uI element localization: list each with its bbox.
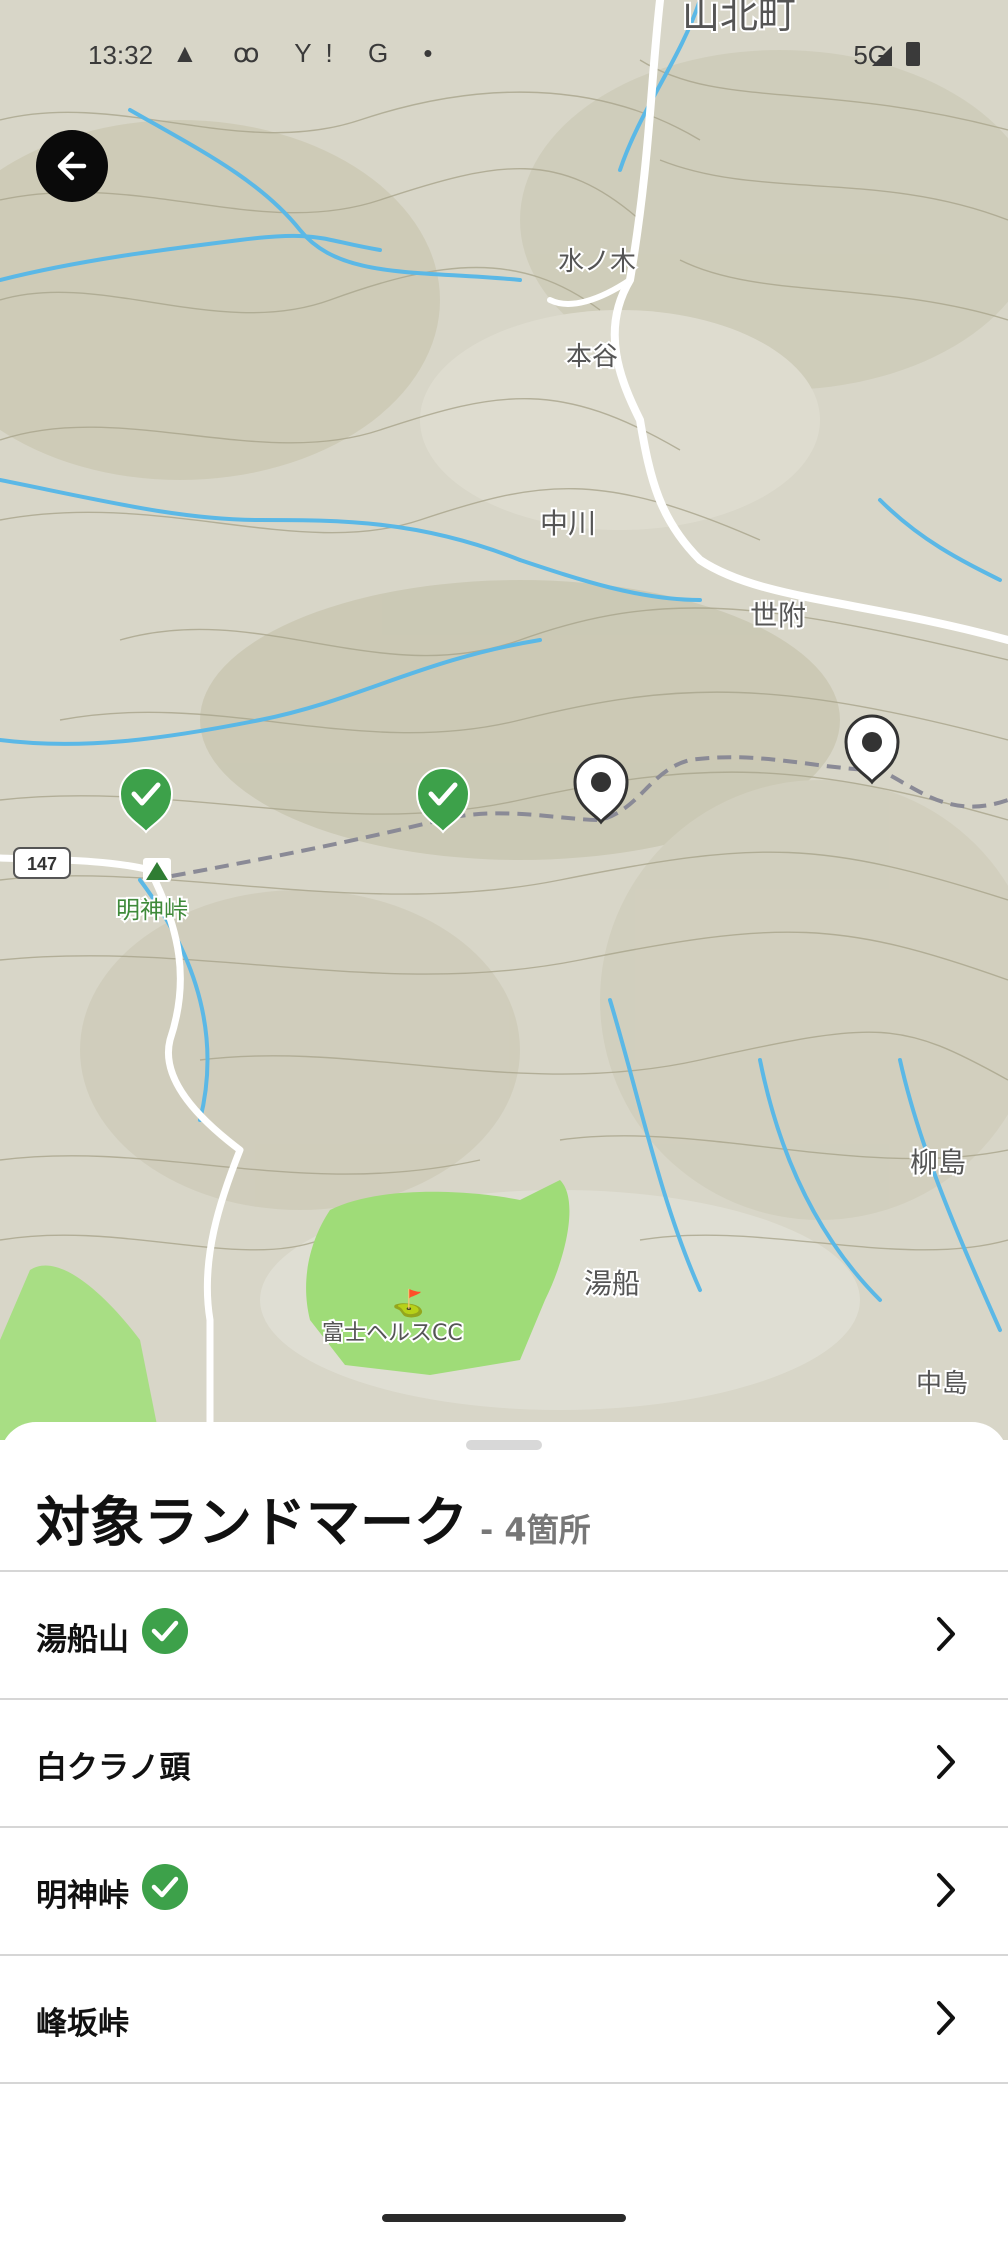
place-label-myojin-pass: 明神峠 [116, 896, 188, 924]
landmark-name: 湯船山 [36, 1622, 129, 1658]
check-icon [142, 1608, 188, 1654]
battery-icon [906, 42, 920, 66]
landmark-name: 明神峠 [36, 1878, 129, 1914]
notification-icons: ▲ ꝏ Y! G • [172, 38, 447, 68]
home-indicator[interactable] [382, 2214, 626, 2222]
landmark-name: 峰坂峠 [36, 2006, 129, 2042]
list-item[interactable]: 湯船山 [0, 1572, 1008, 1700]
landmark-list: 湯船山 白クラノ頭 明神峠 峰坂峠 [0, 1570, 1008, 2084]
route-number-label: 147 [27, 854, 57, 874]
place-label-yubune: 湯船 [584, 1267, 640, 1300]
place-label-yozuku: 世附 [750, 599, 806, 632]
chevron-right-icon [937, 2001, 955, 2035]
place-label-nakajima: 中島 [916, 1369, 968, 1399]
chevron-right-icon [937, 1745, 955, 1779]
place-label-golf-course: 富士ヘルスCC [322, 1321, 463, 1346]
landmark-sheet: 対象ランドマーク - 4箇所 湯船山 白クラノ頭 明神峠 峰坂峠 [0, 1422, 1008, 2244]
golf-icon: ⛳ [392, 1288, 424, 1319]
landmark-count: - 4箇所 [480, 1511, 591, 1549]
chevron-right-icon [937, 1617, 955, 1651]
place-label-yanagishima: 柳島 [910, 1146, 966, 1179]
landmark-name: 白クラノ頭 [36, 1750, 191, 1786]
summit-icon [143, 858, 171, 882]
back-button[interactable] [36, 130, 108, 202]
sheet-grabber[interactable] [466, 1440, 542, 1450]
sheet-header: 対象ランドマーク - 4箇所 [36, 1478, 591, 1558]
arrow-left-icon [57, 151, 87, 181]
list-item[interactable]: 明神峠 [0, 1828, 1008, 1956]
signal-icon [872, 46, 892, 66]
map-view[interactable]: 147 山北町 水ノ木 本谷 中川 世附 明神峠 柳島 湯船 富士ヘルスCC 中… [0, 0, 1008, 1440]
status-time: 13:32 [88, 40, 154, 70]
list-item[interactable]: 峰坂峠 [0, 1956, 1008, 2084]
check-icon [142, 1864, 188, 1910]
place-label-mizunoki: 水ノ木 [558, 247, 636, 277]
status-bar: 13:32 ▲ ꝏ Y! G • 5G [0, 0, 1008, 110]
route-badge: 147 [13, 847, 71, 879]
sheet-title: 対象ランドマーク [36, 1491, 468, 1554]
place-label-nakagawa: 中川 [540, 507, 596, 540]
chevron-right-icon [937, 1873, 955, 1907]
place-label-hontani: 本谷 [566, 342, 618, 372]
list-item[interactable]: 白クラノ頭 [0, 1700, 1008, 1828]
